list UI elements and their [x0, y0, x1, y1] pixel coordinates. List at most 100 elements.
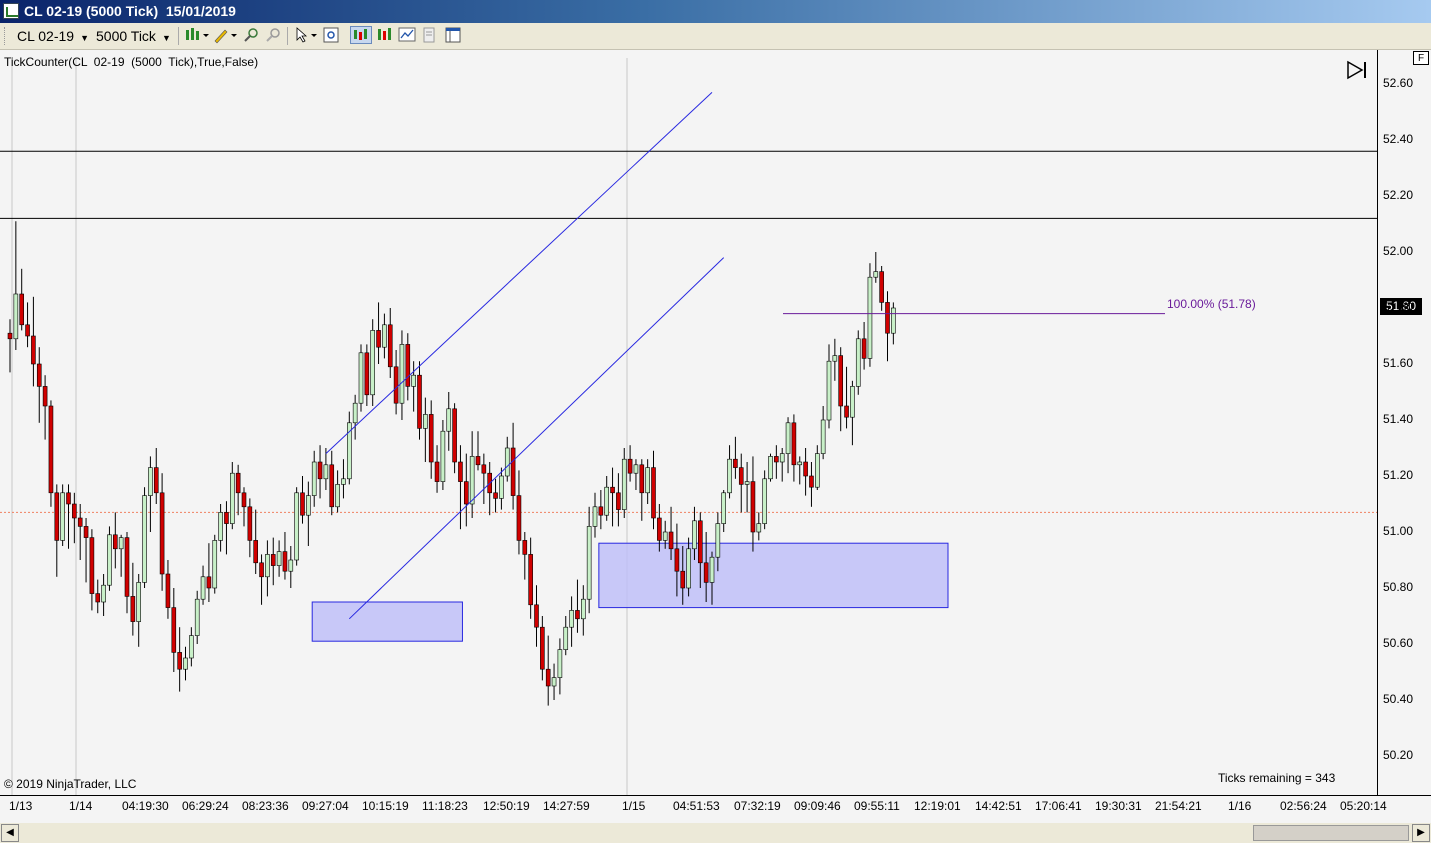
candle-up	[569, 610, 574, 628]
candle-up	[727, 458, 732, 494]
candle-down	[171, 607, 177, 653]
candle-down	[417, 374, 422, 429]
candle-up	[557, 649, 563, 678]
candle-down	[657, 517, 662, 541]
f-button[interactable]: F	[1413, 51, 1429, 65]
candle-up	[306, 495, 311, 516]
ticks-remaining-text: Ticks remaining = 343	[1218, 771, 1336, 785]
candle-down	[463, 481, 469, 505]
price-tick-label: 50.80	[1383, 580, 1414, 594]
scroll-to-end-icon[interactable]	[1346, 60, 1368, 80]
candle-up	[446, 408, 452, 432]
candle-up	[60, 492, 65, 541]
time-tick-label: 04:19:30	[122, 799, 169, 813]
candle-up	[850, 386, 855, 418]
price-tick-label: 51.20	[1383, 468, 1414, 482]
candle-down	[247, 506, 253, 541]
time-tick-label: 02:56:24	[1280, 799, 1327, 813]
candle-up	[785, 422, 791, 454]
candle-down	[36, 363, 42, 387]
candle-up	[399, 344, 405, 404]
candle-down	[844, 405, 849, 418]
candle-up	[218, 512, 223, 541]
time-tick-label: 09:55:11	[854, 799, 900, 813]
time-tick-label: 07:32:19	[734, 799, 781, 813]
candle-down	[493, 492, 498, 499]
price-tick-label: 50.40	[1383, 692, 1414, 706]
candle-up	[504, 447, 510, 477]
candle-up	[820, 419, 826, 454]
candle-down	[66, 492, 71, 505]
horizontal-scrollbar[interactable]: ◀ ▶	[0, 823, 1431, 843]
time-tick-label: 12:50:19	[483, 799, 530, 813]
fib-level-label: 100.00% (51.78)	[1167, 297, 1256, 311]
time-tick-label: 14:27:59	[543, 799, 590, 813]
candle-down	[317, 461, 323, 480]
time-tick-label: 10:15:19	[362, 799, 409, 813]
candle-down	[235, 472, 241, 494]
scrollbar-thumb[interactable]	[1253, 825, 1409, 841]
candle-up	[592, 506, 598, 527]
candle-down	[610, 486, 615, 494]
candle-down	[510, 447, 516, 496]
candle-down	[19, 293, 25, 326]
candle-down	[89, 537, 95, 594]
candle-up	[13, 293, 19, 340]
scroll-right-button[interactable]: ▶	[1412, 824, 1430, 842]
candle-down	[803, 461, 808, 477]
candle-down	[879, 271, 884, 303]
candle-up	[212, 540, 218, 589]
candle-up	[633, 464, 639, 474]
candle-up	[194, 598, 200, 636]
candle-down	[575, 610, 580, 620]
candle-down	[405, 344, 411, 387]
candle-up	[358, 352, 364, 404]
time-tick-label: 17:06:41	[1035, 799, 1082, 813]
candle-down	[738, 467, 744, 485]
candle-down	[48, 405, 54, 494]
chart-canvas	[0, 58, 1377, 795]
candle-down	[241, 492, 247, 508]
candle-down	[750, 481, 756, 533]
candle-up	[189, 635, 194, 659]
candle-down	[376, 330, 381, 348]
candle-down	[113, 534, 118, 550]
candle-down	[434, 461, 440, 482]
candle-up	[621, 458, 627, 510]
candle-down	[674, 548, 680, 572]
time-tick-label: 1/14	[69, 799, 93, 813]
candle-up	[715, 523, 721, 558]
candle-up	[563, 626, 569, 650]
zone-rectangle	[311, 601, 463, 642]
scroll-left-button[interactable]: ◀	[1, 824, 19, 842]
candle-down	[838, 355, 844, 407]
time-tick-label: 09:27:04	[302, 799, 349, 813]
candle-up	[826, 360, 832, 421]
candle-down	[774, 456, 779, 463]
candle-up	[311, 461, 317, 496]
candle-down	[77, 517, 83, 527]
candle-up	[294, 492, 299, 561]
candle-down	[861, 338, 867, 359]
candle-down	[7, 332, 13, 340]
candle-down	[791, 422, 797, 466]
candle-up	[891, 307, 896, 334]
candle-up	[686, 548, 691, 589]
time-tick-label: 06:29:24	[182, 799, 229, 813]
candle-up	[341, 478, 346, 485]
candle-down	[627, 458, 633, 474]
price-tick-label: 50.60	[1383, 636, 1414, 650]
candle-up	[779, 453, 785, 463]
candle-up	[662, 531, 668, 541]
candle-down	[616, 492, 621, 510]
candle-down	[300, 492, 305, 516]
price-tick-label: 52.60	[1383, 76, 1414, 90]
candle-down	[329, 464, 335, 508]
candle-up	[136, 582, 141, 622]
candle-up	[551, 677, 557, 687]
candle-down	[545, 668, 551, 687]
candle-down	[270, 554, 276, 566]
candle-up	[370, 330, 376, 396]
candle-down	[72, 503, 77, 519]
candle-down	[130, 596, 136, 622]
